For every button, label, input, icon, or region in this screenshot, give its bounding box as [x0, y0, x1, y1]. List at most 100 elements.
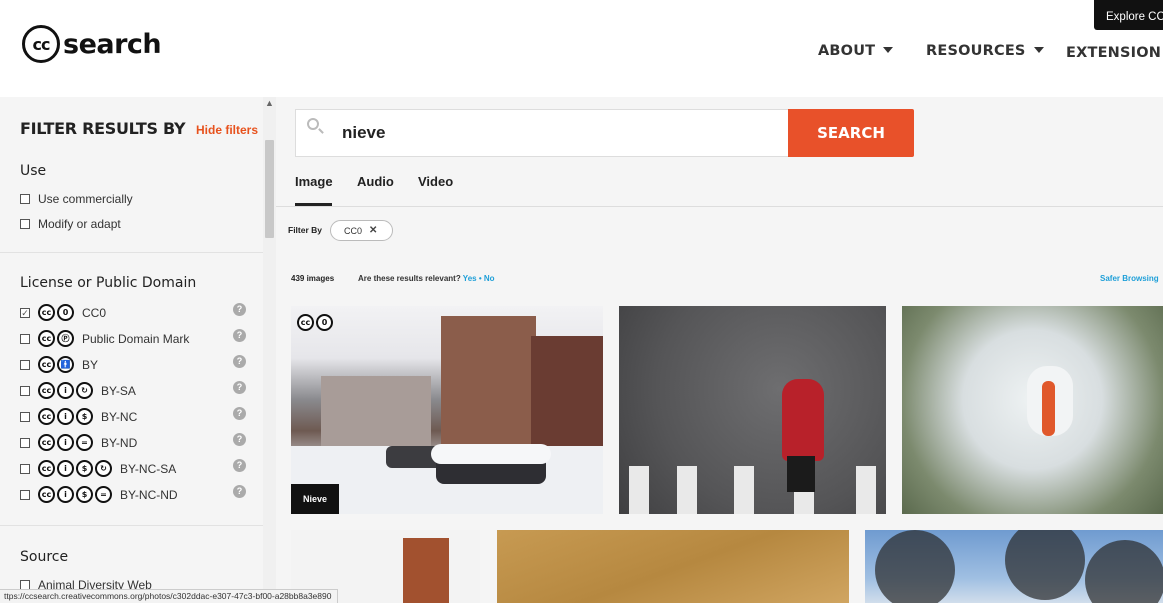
logo-wordmark: search	[63, 28, 162, 60]
explore-cc-button[interactable]: Explore CC	[1094, 0, 1163, 30]
relevance-no-link[interactable]: No	[484, 274, 495, 283]
scroll-up-arrow-icon[interactable]: ▲	[265, 98, 274, 108]
nc-icon: $	[76, 408, 93, 425]
filter-license-cc0[interactable]: ✓ cc 0 CC0	[20, 304, 106, 321]
tab-image[interactable]: Image	[295, 174, 333, 189]
filter-license-by-nd[interactable]: cc i = BY-ND	[20, 434, 137, 451]
checkbox[interactable]	[20, 411, 30, 422]
by-icon: i	[57, 486, 74, 503]
by-icon: 🚹	[57, 356, 74, 373]
result-image[interactable]	[497, 530, 849, 603]
cc-icon: cc	[38, 460, 55, 477]
cc-icon: cc	[38, 356, 55, 373]
option-label: CC0	[82, 305, 107, 320]
image-content	[1085, 540, 1163, 603]
nav-about[interactable]: ABOUT	[818, 43, 894, 59]
site-header: cc search ABOUT RESOURCES EXTENSION↗ Exp…	[0, 0, 1163, 97]
checkbox[interactable]	[20, 333, 30, 344]
filter-license-by[interactable]: cc 🚹 BY	[20, 356, 98, 373]
filter-license-pdm[interactable]: cc Ⓟ Public Domain Mark	[20, 330, 189, 347]
result-image[interactable]	[865, 530, 1163, 603]
checkbox[interactable]	[20, 359, 30, 370]
scrollbar-thumb[interactable]	[265, 140, 274, 238]
filter-license-by-nc[interactable]: cc i $ BY-NC	[20, 408, 137, 425]
nd-icon: =	[76, 434, 93, 451]
status-bar-url: ttps://ccsearch.creativecommons.org/phot…	[0, 589, 339, 603]
nc-icon: $	[76, 486, 93, 503]
filter-chip-cc0[interactable]: CC0 ✕	[330, 220, 393, 241]
checkbox[interactable]	[20, 463, 30, 474]
relevance-yes-link[interactable]: Yes	[463, 274, 477, 283]
help-icon[interactable]: ?	[233, 381, 246, 394]
image-content	[1005, 530, 1085, 600]
nd-icon: =	[95, 486, 112, 503]
image-content	[856, 466, 876, 514]
close-icon[interactable]: ✕	[369, 225, 377, 236]
filter-license-by-nc-nd[interactable]: cc i $ = BY-NC-ND	[20, 486, 178, 503]
pd-icon: Ⓟ	[57, 330, 74, 347]
nc-icon: $	[76, 460, 93, 477]
option-label: BY-NC-SA	[120, 461, 177, 476]
cc-icon: cc	[38, 304, 55, 321]
checkbox-checked[interactable]: ✓	[20, 307, 30, 318]
use-section-title: Use	[20, 163, 47, 179]
search-input-box[interactable]: nieve	[295, 109, 788, 157]
option-label: Use commercially	[38, 192, 133, 206]
help-icon[interactable]: ?	[233, 485, 246, 498]
cc-icon: cc	[38, 434, 55, 451]
image-content	[1042, 381, 1055, 436]
filter-license-by-nc-sa[interactable]: cc i $ ↻ BY-NC-SA	[20, 460, 176, 477]
license-section-title: License or Public Domain	[20, 275, 197, 291]
tab-audio[interactable]: Audio	[357, 174, 394, 189]
search-icon	[307, 118, 319, 130]
result-image[interactable]	[619, 306, 886, 514]
chip-label: CC0	[344, 226, 363, 236]
filter-modify-adapt[interactable]: Modify or adapt	[20, 217, 121, 231]
relevance-prompt: Are these results relevant? Yes • No	[358, 274, 495, 283]
option-label: BY-ND	[101, 435, 138, 450]
help-icon[interactable]: ?	[233, 433, 246, 446]
result-image[interactable]	[902, 306, 1163, 514]
result-image[interactable]: cc 0 Nieve	[291, 306, 603, 514]
checkbox[interactable]	[20, 194, 30, 204]
filter-use-commercially[interactable]: Use commercially	[20, 192, 133, 206]
filter-license-by-sa[interactable]: cc i ↻ BY-SA	[20, 382, 136, 399]
relevance-separator: •	[478, 274, 482, 283]
option-label: BY-SA	[101, 383, 136, 398]
divider	[0, 525, 263, 526]
hide-filters-link[interactable]: Hide filters	[196, 123, 258, 137]
by-icon: i	[57, 434, 74, 451]
search-input[interactable]: nieve	[342, 123, 385, 143]
safer-browsing-link[interactable]: Safer Browsing	[1100, 274, 1159, 283]
help-icon[interactable]: ?	[233, 459, 246, 472]
nav-resources[interactable]: RESOURCES	[926, 43, 1044, 59]
checkbox[interactable]	[20, 219, 30, 229]
option-label: BY	[82, 357, 99, 372]
nav-extension[interactable]: EXTENSION↗	[1066, 43, 1163, 61]
by-icon: i	[57, 408, 74, 425]
results-panel: nieve SEARCH Image Audio Video Filter By…	[276, 97, 1163, 603]
relevance-question: Are these results relevant?	[358, 274, 461, 283]
nav-extension-label: EXTENSION	[1066, 45, 1162, 61]
tab-video[interactable]: Video	[418, 174, 453, 189]
sa-icon: ↻	[95, 460, 112, 477]
help-icon[interactable]: ?	[233, 407, 246, 420]
zero-icon: 0	[57, 304, 74, 321]
checkbox[interactable]	[20, 489, 30, 500]
image-caption: Nieve	[291, 484, 339, 514]
checkbox[interactable]	[20, 385, 30, 396]
chevron-down-icon	[1033, 47, 1044, 53]
divider	[0, 252, 263, 253]
help-icon[interactable]: ?	[233, 329, 246, 342]
help-icon[interactable]: ?	[233, 355, 246, 368]
checkbox[interactable]	[20, 437, 30, 448]
image-content	[403, 538, 449, 603]
cc-search-logo[interactable]: cc search	[22, 25, 162, 63]
filter-sidebar: FILTER RESULTS BY Hide filters Use Use c…	[0, 97, 263, 603]
help-icon[interactable]: ?	[233, 303, 246, 316]
cc-icon: cc	[38, 382, 55, 399]
by-icon: i	[57, 382, 74, 399]
search-button[interactable]: SEARCH	[788, 109, 914, 157]
filter-by-label: Filter By	[288, 225, 323, 235]
filter-title: FILTER RESULTS BY	[20, 119, 186, 138]
